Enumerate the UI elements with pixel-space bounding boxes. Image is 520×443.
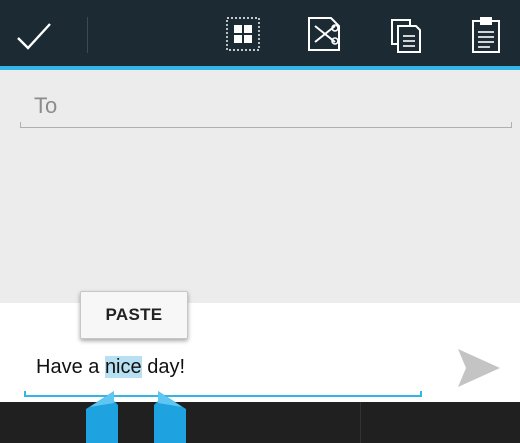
to-field-underline bbox=[20, 122, 512, 128]
cut-icon[interactable] bbox=[305, 14, 345, 54]
message-input[interactable]: Have a nice day! bbox=[36, 356, 185, 379]
action-bar-divider bbox=[87, 17, 88, 53]
paste-button[interactable]: PASTE bbox=[80, 291, 188, 339]
action-bar-accent-line bbox=[0, 66, 520, 70]
send-icon[interactable] bbox=[456, 347, 502, 389]
copy-icon[interactable] bbox=[386, 14, 426, 54]
compose-area bbox=[0, 303, 520, 403]
select-all-icon[interactable] bbox=[223, 14, 263, 54]
selected-text[interactable]: nice bbox=[104, 356, 142, 378]
message-text-before: Have a bbox=[36, 356, 105, 378]
message-text-after: day! bbox=[141, 356, 185, 378]
paste-icon[interactable] bbox=[466, 14, 506, 54]
selection-end-handle[interactable] bbox=[154, 389, 190, 443]
to-field[interactable]: To bbox=[34, 93, 57, 119]
navigation-bar bbox=[0, 402, 520, 443]
checkmark-icon[interactable] bbox=[14, 16, 54, 56]
nav-bar-divider bbox=[360, 402, 361, 443]
selection-start-handle[interactable] bbox=[82, 389, 118, 443]
